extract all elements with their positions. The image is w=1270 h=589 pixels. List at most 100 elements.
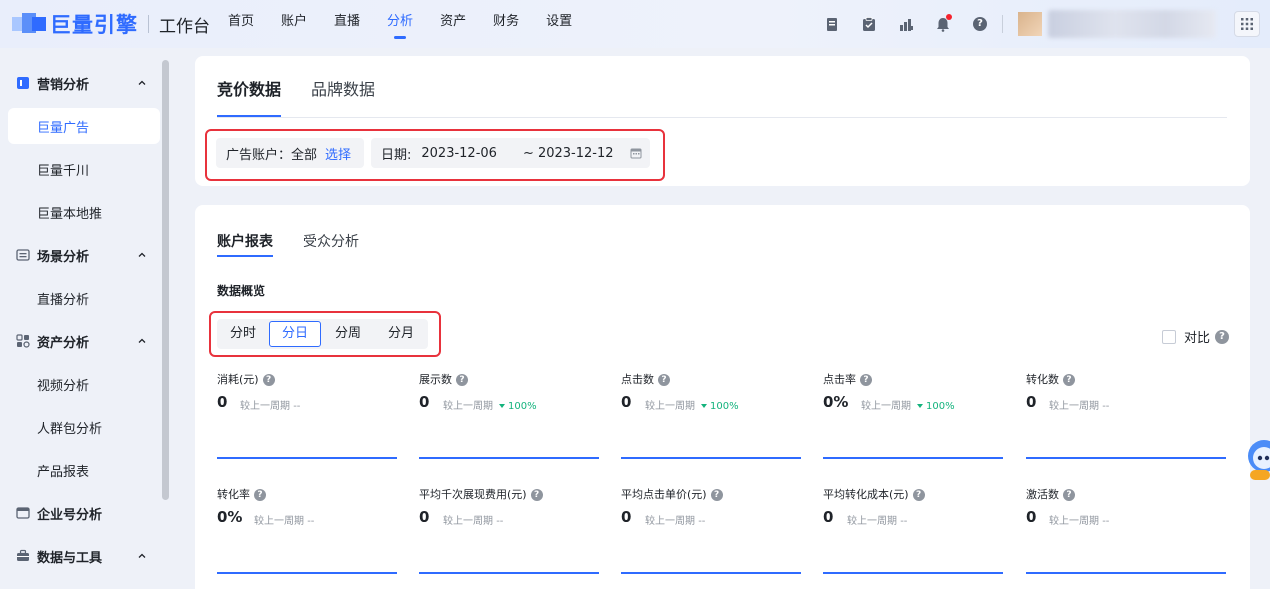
metric-ctr[interactable]: 点击率? 0% 较上一周期 100% — [823, 371, 1003, 471]
metric-compare-label: 较上一周期 — [254, 516, 304, 527]
chevron-up-icon — [138, 553, 146, 558]
user-info-blurred[interactable] — [1048, 10, 1216, 38]
sidebar-group-label: 资产分析 — [37, 335, 90, 351]
sidebar-item-product-report[interactable]: 产品报表 — [8, 452, 160, 488]
assistant-robot-icon[interactable] — [1244, 432, 1270, 488]
metric-conversions[interactable]: 转化数? 0 较上一周期 -- — [1026, 371, 1226, 471]
chart-hand-icon[interactable] — [894, 12, 918, 36]
metric-delta: 100% — [917, 401, 955, 412]
app-grid-button[interactable] — [1234, 11, 1260, 37]
sidebar-scrollbar[interactable] — [162, 60, 169, 500]
account-value: 全部 — [291, 147, 318, 163]
nav-finance[interactable]: 财务 — [493, 0, 519, 48]
tab-brand-data[interactable]: 品牌数据 — [311, 76, 375, 116]
metric-conversion-rate[interactable]: 转化率? 0% 较上一周期 -- — [217, 486, 397, 586]
metric-sparkline — [1026, 457, 1226, 459]
compare-checkbox[interactable] — [1162, 329, 1176, 344]
top-nav: 首页 账户 直播 分析 资产 财务 设置 — [228, 0, 599, 48]
nav-settings[interactable]: 设置 — [546, 0, 572, 48]
clipboard-icon[interactable] — [857, 12, 881, 36]
nav-assets[interactable]: 资产 — [440, 0, 466, 48]
account-select-link[interactable]: 选择 — [325, 144, 351, 163]
compare-toggle[interactable]: 对比 ? — [1162, 327, 1230, 346]
metric-label: 平均千次展现费用(元) — [419, 488, 527, 501]
nav-live[interactable]: 直播 — [334, 0, 360, 48]
sidebar-item-live[interactable]: 直播分析 — [8, 280, 160, 316]
date-start[interactable]: 2023-12-06 — [421, 146, 497, 161]
metric-value: 0 — [823, 508, 834, 526]
sidebar-group-label: 场景分析 — [37, 249, 90, 265]
date-range-picker[interactable]: 日期: 2023-12-06 ~ 2023-12-12 — [371, 138, 650, 168]
logo[interactable]: 巨量引擎 工作台 — [12, 9, 210, 39]
metric-value: 0% — [217, 508, 243, 526]
filter-card: 竞价数据 品牌数据 广告账户： 全部 选择 日期: 2023-12-06 ~ 2… — [195, 56, 1250, 186]
asset-icon — [16, 334, 30, 348]
help-icon[interactable]: ? — [658, 374, 670, 386]
metric-value: 0 — [1026, 508, 1037, 526]
metric-cpm[interactable]: 平均千次展现费用(元)? 0 较上一周期 -- — [419, 486, 599, 586]
help-icon[interactable]: ? — [710, 489, 723, 501]
avatar[interactable] — [1018, 12, 1042, 36]
sidebar-item-ad[interactable]: 巨量广告 — [8, 108, 160, 144]
bell-icon[interactable] — [931, 12, 955, 36]
metric-cpc[interactable]: 平均点击单价(元)? 0 较上一周期 -- — [621, 486, 801, 586]
metric-activations[interactable]: 激活数? 0 较上一周期 -- — [1026, 486, 1226, 586]
help-icon[interactable]: ? — [1063, 374, 1075, 386]
tab-bidding-data[interactable]: 竞价数据 — [217, 76, 282, 117]
metric-cost[interactable]: 消耗(元)? 0 较上一周期 -- — [217, 371, 397, 471]
sidebar-group-asset[interactable]: 资产分析 — [0, 328, 160, 354]
metric-delta: 100% — [701, 401, 739, 412]
account-filter[interactable]: 广告账户： 全部 选择 — [216, 138, 364, 168]
sidebar-group-tools[interactable]: 数据与工具 — [0, 543, 160, 569]
metric-sparkline — [419, 457, 599, 459]
metric-sparkline — [217, 572, 397, 574]
sidebar-item-audience-pack[interactable]: 人群包分析 — [8, 409, 160, 445]
nav-account[interactable]: 账户 — [281, 0, 307, 48]
marketing-icon — [17, 77, 29, 89]
tab-audience-analysis[interactable]: 受众分析 — [303, 231, 359, 257]
metric-label: 转化数 — [1026, 373, 1059, 386]
sidebar-item-local[interactable]: 巨量本地推 — [8, 194, 160, 230]
granularity-weekly[interactable]: 分周 — [322, 321, 374, 347]
help-icon[interactable]: ? — [912, 489, 925, 501]
document-icon[interactable] — [820, 12, 844, 36]
sidebar-group-label: 企业号分析 — [37, 507, 103, 523]
help-icon[interactable]: ? — [530, 489, 543, 501]
calendar-icon[interactable] — [630, 147, 642, 159]
grid-icon — [1241, 18, 1253, 30]
nav-analysis[interactable]: 分析 — [387, 0, 413, 48]
metric-delta: 100% — [499, 401, 537, 412]
sidebar-group-marketing[interactable]: 营销分析 — [0, 70, 160, 96]
help-icon[interactable]: ? — [968, 12, 992, 36]
help-icon[interactable]: ? — [1063, 489, 1075, 501]
metric-label: 平均点击单价(元) — [621, 488, 707, 501]
scene-icon — [16, 249, 30, 261]
tab-account-report[interactable]: 账户报表 — [217, 231, 273, 257]
sidebar-item-video[interactable]: 视频分析 — [8, 366, 160, 402]
nav-home[interactable]: 首页 — [228, 0, 254, 48]
help-icon[interactable]: ? — [860, 374, 872, 386]
help-icon[interactable]: ? — [254, 489, 266, 501]
metric-compare-value: -- — [1102, 516, 1110, 527]
sidebar-group-scene[interactable]: 场景分析 — [0, 242, 160, 268]
granularity-monthly[interactable]: 分月 — [375, 321, 427, 347]
sidebar-item-qianchuan[interactable]: 巨量千川 — [8, 151, 160, 187]
metric-cpa[interactable]: 平均转化成本(元)? 0 较上一周期 -- — [823, 486, 1003, 586]
metric-compare-label: 较上一周期 — [645, 516, 695, 527]
sidebar-group-enterprise[interactable]: 企业号分析 — [0, 500, 160, 526]
granularity-daily[interactable]: 分日 — [269, 321, 321, 347]
metric-value: 0 — [621, 393, 632, 411]
date-end[interactable]: ~ 2023-12-12 — [523, 146, 614, 161]
metric-clicks[interactable]: 点击数? 0 较上一周期 100% — [621, 371, 801, 471]
help-icon[interactable]: ? — [262, 374, 275, 386]
metric-sparkline — [419, 572, 599, 574]
brand-sub: 工作台 — [159, 16, 210, 37]
help-icon[interactable]: ? — [1215, 329, 1230, 344]
metric-value: 0 — [217, 393, 228, 411]
help-icon[interactable]: ? — [456, 374, 468, 386]
logo-mark-icon — [12, 11, 46, 37]
date-label: 日期: — [381, 147, 412, 163]
metric-impressions[interactable]: 展示数? 0 较上一周期 100% — [419, 371, 599, 471]
metric-compare-value: -- — [698, 516, 706, 527]
granularity-hourly[interactable]: 分时 — [217, 321, 269, 347]
